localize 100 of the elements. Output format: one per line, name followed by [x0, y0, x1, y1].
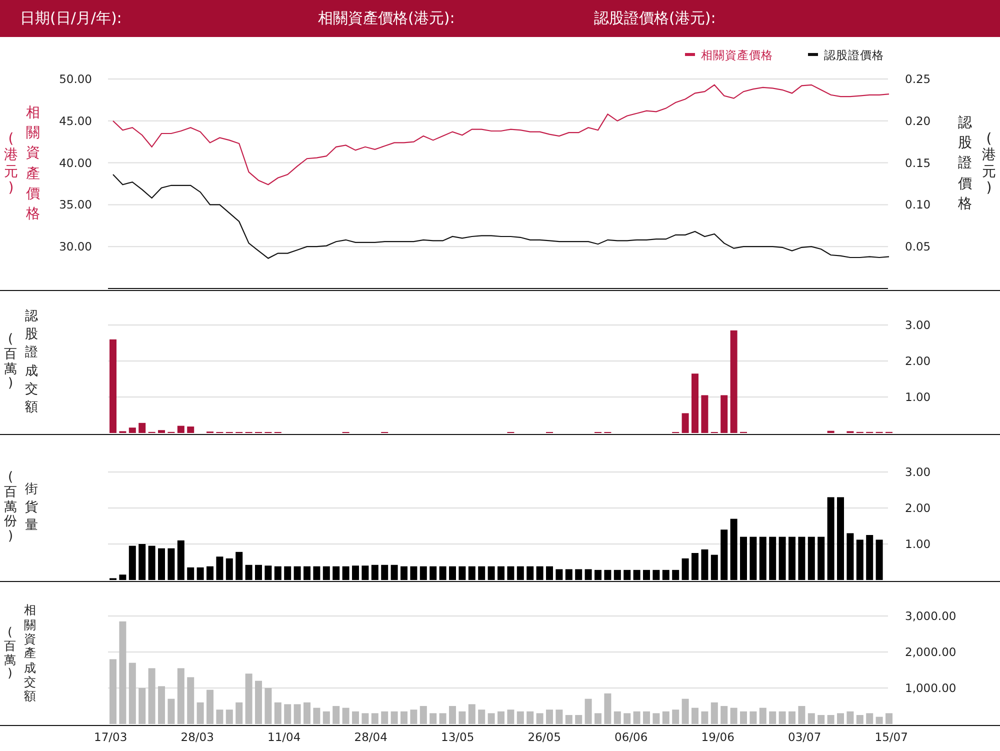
bar	[245, 564, 252, 580]
bar	[128, 546, 136, 580]
bar	[526, 566, 534, 580]
bar	[430, 713, 437, 724]
legend-swatch	[685, 53, 695, 56]
bar	[196, 702, 204, 724]
bar	[196, 567, 204, 580]
bar	[362, 713, 369, 724]
bar	[342, 566, 350, 580]
legend-label: 相關資產價格	[701, 48, 773, 62]
bar	[138, 688, 146, 724]
bar	[740, 536, 747, 580]
bar	[516, 711, 524, 724]
bar	[769, 536, 776, 580]
bar	[177, 668, 184, 724]
axis-tick-label: 0.05	[905, 240, 931, 254]
bar	[701, 395, 708, 433]
axis-tick-label: 26/05	[528, 730, 561, 744]
bar	[371, 564, 378, 580]
bar	[778, 536, 786, 580]
bar	[236, 702, 243, 724]
axis-tick-label: 35.00	[59, 198, 92, 212]
axis-tick-label: 13/05	[441, 730, 474, 744]
bar	[846, 533, 854, 580]
axis-tick-label: 3.00	[905, 318, 931, 332]
bar	[692, 708, 698, 724]
bar	[352, 711, 359, 724]
bar	[381, 711, 388, 724]
bar	[808, 536, 815, 580]
bar	[526, 711, 534, 724]
bar	[536, 713, 544, 724]
bar	[584, 698, 592, 724]
bar	[672, 710, 680, 724]
bar	[264, 566, 272, 580]
bar	[652, 713, 660, 724]
bar	[410, 566, 418, 580]
bar	[128, 662, 136, 724]
bar	[856, 715, 864, 724]
bar	[546, 710, 553, 724]
bar	[138, 422, 146, 433]
bar	[808, 713, 815, 724]
bar	[827, 430, 834, 433]
bar	[478, 566, 486, 580]
bar	[720, 706, 728, 724]
bar	[381, 564, 388, 580]
bar	[236, 552, 243, 580]
bar	[662, 570, 670, 580]
bar	[856, 540, 864, 580]
bar	[662, 711, 670, 724]
bar	[274, 566, 282, 580]
bar	[206, 690, 214, 724]
bar	[692, 553, 698, 580]
bar	[458, 711, 466, 724]
bar	[750, 536, 757, 580]
bar	[400, 566, 408, 580]
axis-tick-label: 1,000.00	[905, 681, 956, 695]
axis-tick-label: 3.00	[905, 465, 931, 479]
bar	[672, 570, 680, 580]
bar	[216, 710, 224, 724]
bar	[643, 570, 650, 580]
bar	[420, 566, 427, 580]
bar	[332, 566, 340, 580]
bar	[138, 544, 146, 580]
bar	[226, 710, 233, 724]
bar	[788, 711, 796, 724]
bar	[449, 706, 456, 724]
bar	[876, 716, 883, 724]
axis-tick-label: 2.00	[905, 354, 931, 368]
bar	[110, 659, 116, 724]
bar	[371, 713, 378, 724]
axis-unit: (百萬份)	[4, 470, 17, 546]
bar	[516, 566, 524, 580]
axis-tick-label: 17/03	[94, 730, 128, 744]
bar	[798, 706, 806, 724]
axis-unit: (百萬)	[4, 626, 16, 682]
axis-tick-label: 0.25	[905, 72, 931, 86]
bar	[692, 374, 698, 433]
bar	[187, 677, 194, 724]
bar	[740, 711, 747, 724]
axis-tick-label: 28/03	[180, 730, 214, 744]
bar	[604, 693, 612, 724]
axis-tick-label: 11/04	[268, 730, 301, 744]
axis-title: 認股證價格	[958, 114, 972, 214]
bar	[488, 566, 495, 580]
bar	[624, 713, 631, 724]
bar	[594, 713, 602, 724]
axis-tick-label: 2,000.00	[905, 645, 956, 659]
axis-tick-label: 0.20	[905, 114, 931, 128]
bar	[710, 702, 718, 724]
bar	[226, 558, 233, 580]
axis-title: 相關資產成交額	[24, 603, 36, 704]
bar	[478, 710, 486, 724]
axis-tick-label: 28/04	[354, 730, 388, 744]
bar	[468, 704, 476, 724]
bar	[468, 566, 476, 580]
bar	[846, 711, 854, 724]
bar	[304, 566, 310, 580]
bar	[818, 715, 825, 724]
axis-tick-label: 2.00	[905, 501, 931, 515]
bar	[546, 566, 553, 580]
